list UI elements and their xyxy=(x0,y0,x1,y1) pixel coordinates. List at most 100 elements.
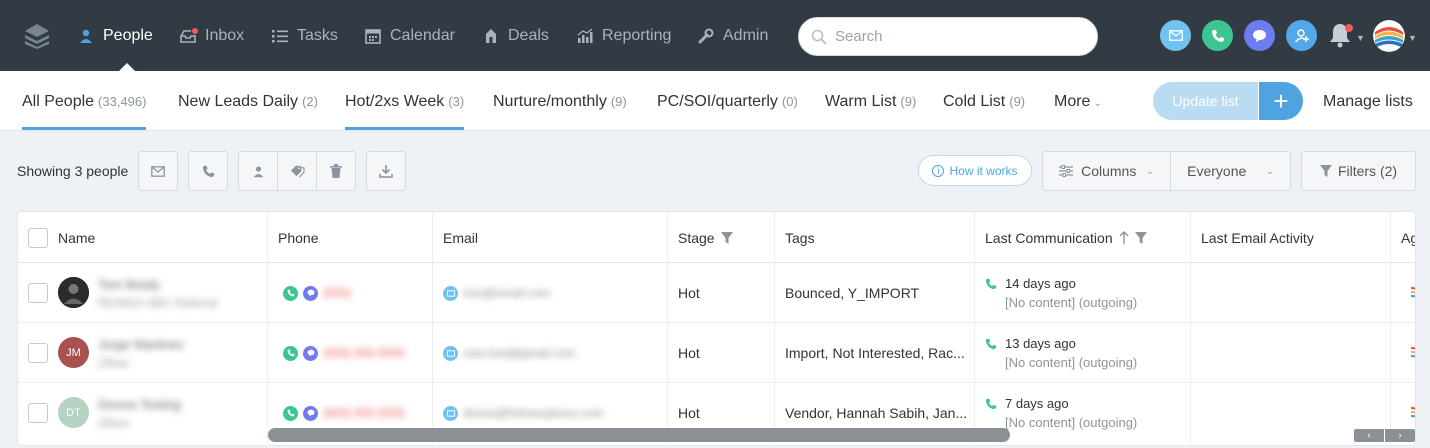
quick-add-person-button[interactable] xyxy=(1286,20,1317,51)
header-stage[interactable]: Stage xyxy=(668,212,775,263)
cell-last-communication[interactable]: 13 days ago [No content] (outgoing) xyxy=(975,323,1191,383)
tab-all-people[interactable]: All People (33,496) xyxy=(22,93,147,130)
email-icon[interactable] xyxy=(443,405,458,421)
app-logo-icon[interactable] xyxy=(24,23,50,49)
agent-avatar-icon xyxy=(1411,347,1415,358)
cell-email[interactable]: user.test@gmail.com xyxy=(433,323,668,383)
person-icon xyxy=(253,165,263,177)
user-avatar[interactable] xyxy=(1373,20,1405,52)
table-row[interactable]: JM Jorge Martinez Zillow (555) 555-5555 … xyxy=(18,323,1415,383)
tab-count: (9) xyxy=(1009,94,1026,109)
email-address[interactable]: user.test@gmail.com xyxy=(463,346,575,360)
nav-item-reporting[interactable]: Reporting xyxy=(576,26,671,46)
funnel-icon[interactable] xyxy=(1134,231,1147,244)
cell-tags[interactable]: Import, Not Interested, Rac... xyxy=(775,323,975,383)
header-phone[interactable]: Phone xyxy=(268,212,433,263)
phone-number[interactable]: (555) xyxy=(323,286,351,300)
cell-last-communication[interactable]: 14 days ago [No content] (outgoing) xyxy=(975,263,1191,323)
nav-item-deals[interactable]: Deals xyxy=(482,26,549,46)
row-checkbox[interactable] xyxy=(28,403,48,423)
tab-cold-list[interactable]: Cold List (9) xyxy=(943,93,1025,111)
header-tags[interactable]: Tags xyxy=(775,212,975,263)
bulk-call-button[interactable] xyxy=(188,151,228,191)
cell-tags[interactable]: Bounced, Y_IMPORT xyxy=(775,263,975,323)
manage-lists-link[interactable]: Manage lists xyxy=(1323,93,1413,111)
phone-icon[interactable] xyxy=(283,345,298,361)
chevron-down-icon[interactable]: ▼ xyxy=(1356,33,1365,43)
phone-icon[interactable] xyxy=(283,405,298,421)
brand-avatar-icon xyxy=(1373,20,1405,52)
avatar[interactable] xyxy=(58,277,89,308)
filters-button[interactable]: Filters (2) xyxy=(1301,151,1416,191)
email-icon[interactable] xyxy=(443,345,458,361)
person-name[interactable]: Jorge Martinez xyxy=(98,337,184,352)
header-name[interactable]: Name xyxy=(18,212,268,263)
add-tags-button[interactable] xyxy=(277,151,317,191)
person-name[interactable]: Tom Brady xyxy=(98,277,160,292)
how-it-works-button[interactable]: i How it works xyxy=(918,155,1032,186)
cell-name[interactable]: Tom Brady RE/MAX ABC Referral xyxy=(18,263,268,323)
delete-button[interactable] xyxy=(316,151,356,191)
header-email[interactable]: Email xyxy=(433,212,668,263)
chat-bubble-icon[interactable] xyxy=(303,285,318,301)
chevron-down-icon: ⌄ xyxy=(1093,98,1102,109)
funnel-icon[interactable] xyxy=(720,231,733,244)
columns-dropdown[interactable]: Columns ⌄ xyxy=(1042,151,1171,191)
quick-call-button[interactable] xyxy=(1202,20,1233,51)
nav-item-admin[interactable]: Admin xyxy=(697,26,768,46)
cell-name[interactable]: JM Jorge Martinez Zillow xyxy=(18,323,268,383)
email-address[interactable]: donna@followupboss.com xyxy=(463,406,604,420)
row-checkbox[interactable] xyxy=(28,283,48,303)
email-address[interactable]: tom@email.com xyxy=(463,286,550,300)
cell-agent[interactable] xyxy=(1391,323,1415,383)
scroll-left-button[interactable]: ‹ xyxy=(1354,429,1384,442)
assign-agent-button[interactable] xyxy=(238,151,278,191)
cell-stage[interactable]: Hot xyxy=(668,323,775,383)
tab-new-leads-daily[interactable]: New Leads Daily (2) xyxy=(178,93,318,111)
bulk-email-button[interactable] xyxy=(138,151,178,191)
phone-number[interactable]: (803) 555-5555 xyxy=(323,406,405,420)
chat-bubble-icon[interactable] xyxy=(303,345,318,361)
cell-phone[interactable]: (555) 555-5555 xyxy=(268,323,433,383)
cell-phone[interactable]: (555) xyxy=(268,263,433,323)
sort-ascending-icon[interactable] xyxy=(1119,231,1129,244)
search-input[interactable] xyxy=(835,28,1075,45)
tab-more-dropdown[interactable]: More ⌄ xyxy=(1054,93,1102,111)
phone-number[interactable]: (555) 555-5555 xyxy=(323,346,405,360)
quick-text-button[interactable] xyxy=(1244,20,1275,51)
horizontal-scrollbar-thumb[interactable] xyxy=(268,428,1010,442)
tab-hot-2xs-week[interactable]: Hot/2xs Week (3) xyxy=(345,93,465,130)
cell-stage[interactable]: Hot xyxy=(668,263,775,323)
scroll-right-button[interactable]: › xyxy=(1385,429,1415,442)
export-button[interactable] xyxy=(366,151,406,191)
email-icon[interactable] xyxy=(443,285,458,301)
person-name[interactable]: Donna Testing xyxy=(98,397,181,412)
add-list-button[interactable]: + xyxy=(1259,82,1303,120)
row-checkbox[interactable] xyxy=(28,343,48,363)
avatar[interactable]: DT xyxy=(58,397,89,428)
nav-item-inbox[interactable]: Inbox xyxy=(179,26,244,46)
chevron-down-icon: ⌄ xyxy=(1266,165,1274,176)
header-last-communication[interactable]: Last Communication xyxy=(975,212,1191,263)
tab-warm-list[interactable]: Warm List (9) xyxy=(825,93,916,111)
update-list-button[interactable]: Update list xyxy=(1153,82,1258,120)
select-all-checkbox[interactable] xyxy=(28,227,48,248)
chat-bubble-icon[interactable] xyxy=(303,405,318,421)
nav-item-people[interactable]: People xyxy=(77,26,153,46)
quick-email-button[interactable] xyxy=(1160,20,1191,51)
owner-filter-dropdown[interactable]: Everyone ⌄ xyxy=(1170,151,1291,191)
tab-pc-soi-quarterly[interactable]: PC/SOI/quarterly (0) xyxy=(657,93,798,111)
cell-name[interactable]: DT Donna Testing Zillow xyxy=(18,383,268,443)
header-last-email-activity[interactable]: Last Email Activity xyxy=(1191,212,1391,263)
phone-icon[interactable] xyxy=(283,285,298,301)
cell-email[interactable]: tom@email.com xyxy=(433,263,668,323)
cell-agent[interactable] xyxy=(1391,263,1415,323)
tab-nurture-monthly[interactable]: Nurture/monthly (9) xyxy=(493,93,627,111)
search-box[interactable] xyxy=(798,17,1098,56)
header-agent[interactable]: Ag xyxy=(1391,212,1415,263)
nav-item-calendar[interactable]: Calendar xyxy=(364,26,455,46)
table-row[interactable]: Tom Brady RE/MAX ABC Referral (555) tom@… xyxy=(18,263,1415,323)
chevron-down-icon[interactable]: ▼ xyxy=(1408,33,1417,43)
avatar[interactable]: JM xyxy=(58,337,89,368)
nav-item-tasks[interactable]: Tasks xyxy=(271,26,338,46)
